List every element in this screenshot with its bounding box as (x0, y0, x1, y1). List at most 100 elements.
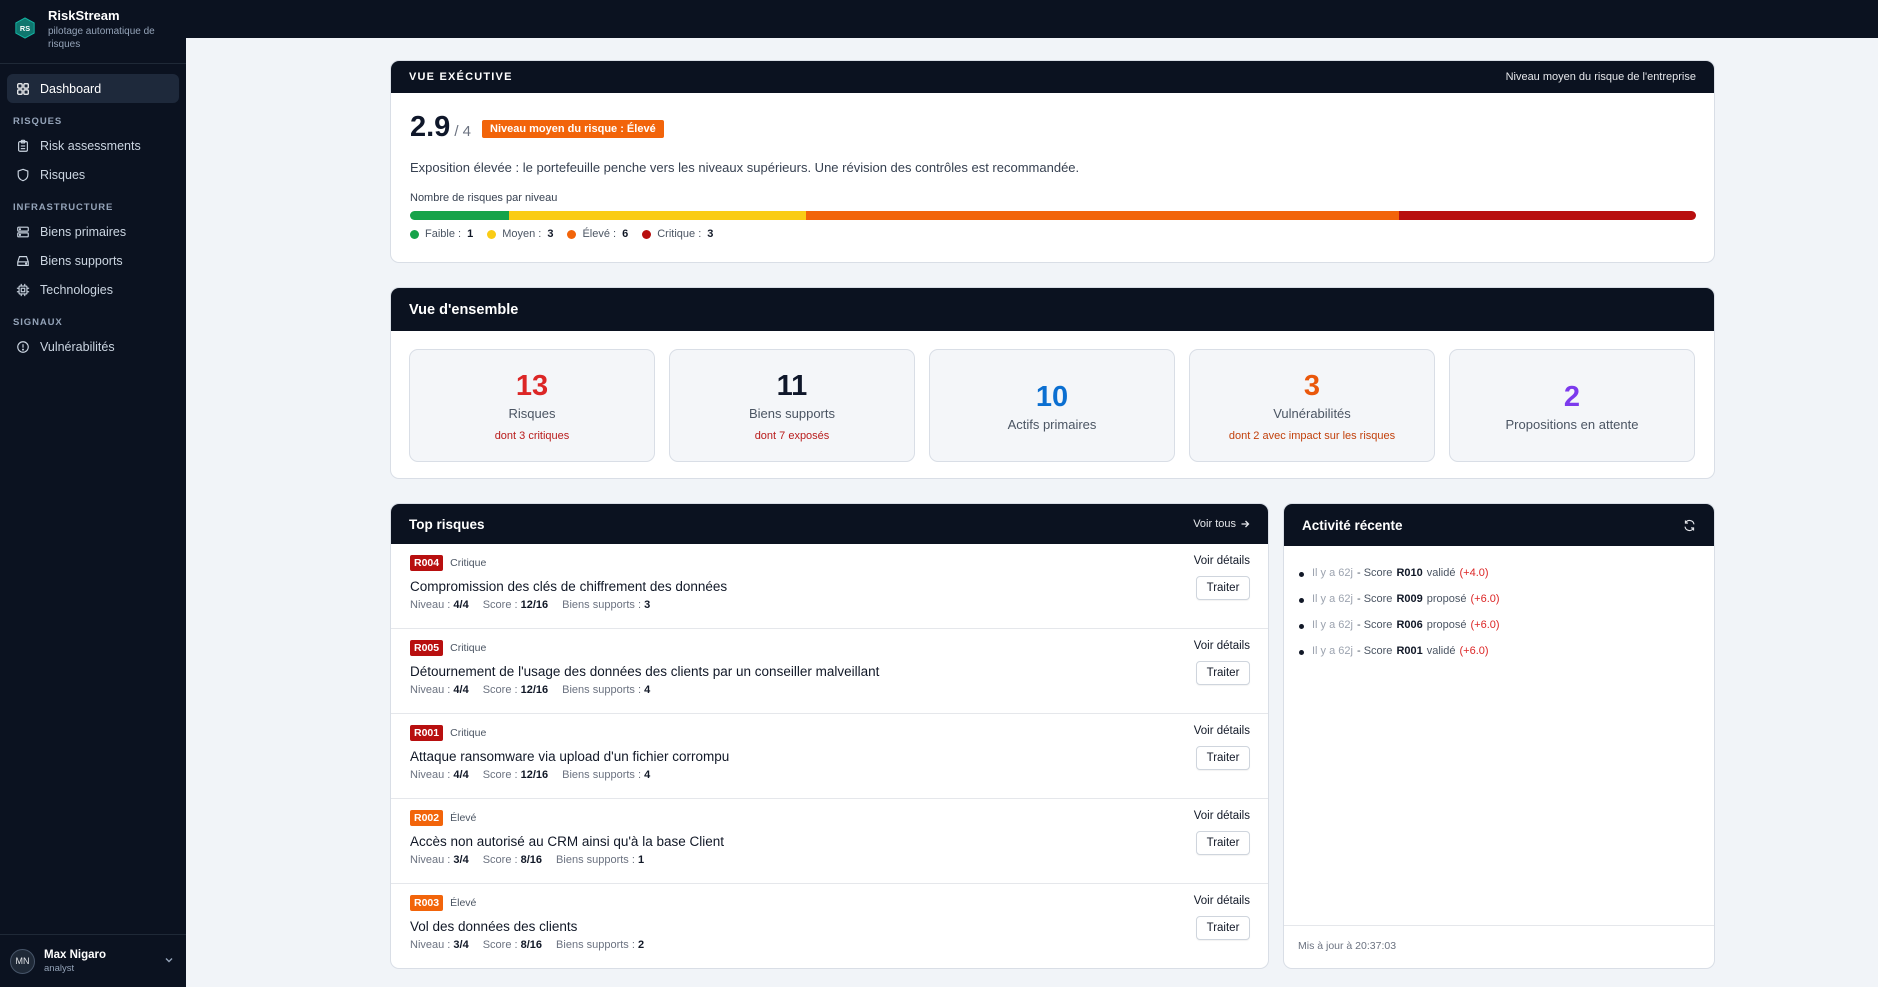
activity-time: Il y a 62j (1312, 619, 1353, 631)
distribution-segment (410, 211, 509, 220)
stat-subtext: dont 2 avec impact sur les risques (1228, 430, 1396, 442)
risk-title: Attaque ransomware via upload d'un fichi… (410, 749, 730, 764)
activity-action: proposé (1426, 593, 1467, 605)
top-risks-list: R004 Critique Compromission des clés de ch… (391, 544, 1268, 968)
activity-item: Il y a 62j - Score R010 validé (+4.0) (1299, 560, 1714, 586)
view-details-link[interactable]: Voir détails (1194, 725, 1250, 737)
risk-score-value: 12/16 (520, 599, 549, 611)
treat-button[interactable]: Traiter (1196, 661, 1250, 685)
legend-count: 1 (467, 228, 474, 240)
risk-distribution-bar (410, 211, 1696, 220)
sidebar-item-risques[interactable]: Risques (7, 160, 179, 189)
risk-score-value: 8/16 (520, 854, 543, 866)
risk-biens-value: 3 (644, 599, 651, 611)
view-details-link[interactable]: Voir détails (1194, 555, 1250, 567)
refresh-icon[interactable] (1683, 519, 1696, 532)
sidebar-item-label: Risk assessments (40, 138, 141, 153)
app-tagline: pilotage automatique de risques (48, 26, 155, 50)
legend-dot (410, 229, 419, 239)
chevron-down-icon[interactable] (164, 955, 174, 965)
stat-label: Actifs primaires (1007, 416, 1097, 432)
treat-button[interactable]: Traiter (1196, 916, 1250, 940)
executive-description: Exposition élevée : le portefeuille penc… (410, 160, 1080, 175)
treat-button[interactable]: Traiter (1196, 576, 1250, 600)
risk-distribution-legend: Faible : 1 Moyen : 3 Élevé : 6 Critique : 3 (410, 228, 1714, 240)
stat-card[interactable]: 11 Biens supports dont 7 exposés (669, 349, 915, 462)
stat-card[interactable]: 2 Propositions en attente (1449, 349, 1695, 462)
user-menu[interactable]: MN Max Nigaro analyst (0, 934, 186, 987)
risk-niveau: Niveau : 4/4 (410, 769, 469, 781)
legend-item: Élevé : 6 (567, 228, 628, 240)
risk-biens: Biens supports : 4 (562, 769, 651, 781)
sidebar-item-technologies[interactable]: Technologies (7, 275, 179, 304)
risk-row: R003 Élevé Vol des données des clients Nive… (391, 884, 1268, 968)
activity-delta: (+6.0) (1459, 645, 1489, 657)
distribution-segment (508, 211, 806, 220)
risk-niveau: Niveau : 4/4 (410, 684, 469, 696)
legend-label: Critique : (657, 228, 702, 240)
risk-title: Accès non autorisé au CRM ainsi qu'à la … (410, 834, 724, 849)
legend-item: Faible : 1 (410, 228, 473, 240)
legend-item: Moyen : 3 (487, 228, 553, 240)
risk-row: R002 Élevé Accès non autorisé au CRM ainsi… (391, 799, 1268, 884)
sidebar-item-label: Dashboard (40, 81, 102, 96)
brand[interactable]: RS RiskStream pilotage automatique de ri… (0, 0, 186, 64)
risk-biens-value: 4 (644, 684, 651, 696)
legend-label: Faible : (425, 228, 462, 240)
distribution-segment (1399, 211, 1696, 220)
sidebar-item-biens-supports[interactable]: Biens supports (7, 246, 179, 275)
activity-action: validé (1426, 645, 1456, 657)
risk-tags: R004 Critique (410, 555, 1268, 571)
risk-tags: R003 Élevé (410, 895, 1268, 911)
risk-tags: R005 Critique (410, 640, 1268, 656)
activity-time: Il y a 62j (1312, 593, 1353, 605)
user-name: Max Nigaro (44, 948, 106, 961)
treat-button[interactable]: Traiter (1196, 746, 1250, 770)
risk-score-value: 8/16 (520, 939, 543, 951)
stat-card[interactable]: 10 Actifs primaires (929, 349, 1175, 462)
activity-time: Il y a 62j (1312, 567, 1353, 579)
section-risques: RISQUES (13, 116, 63, 127)
svg-text:RS: RS (20, 24, 30, 33)
stat-card[interactable]: 3 Vulnérabilités dont 2 avec impact sur le… (1189, 349, 1435, 462)
user-role: analyst (44, 962, 75, 974)
legend-count: 3 (707, 228, 714, 240)
legend-count: 6 (622, 228, 629, 240)
risk-meta: Niveau : 3/4 Score : 8/16 Biens supports :… (410, 939, 1268, 951)
stat-subtext: dont 7 exposés (754, 430, 830, 442)
sidebar-item-label: Vulnérabilités (40, 339, 115, 354)
view-details-link[interactable]: Voir détails (1194, 640, 1250, 652)
legend-count: 3 (547, 228, 554, 240)
top-bar (186, 0, 1878, 38)
risk-niveau: Niveau : 3/4 (410, 939, 469, 951)
risk-level: Élevé (450, 897, 477, 909)
activity-updated: Mis à jour à 20:37:03 (1298, 940, 1397, 952)
sidebar-item-biens-primaires[interactable]: Biens primaires (7, 217, 179, 246)
risk-meta: Niveau : 3/4 Score : 8/16 Biens supports :… (410, 854, 1268, 866)
risk-tags: R001 Critique (410, 725, 1268, 741)
activity-time: Il y a 62j (1312, 645, 1353, 657)
hard-drive-icon (17, 255, 29, 266)
treat-button[interactable]: Traiter (1196, 831, 1250, 855)
risk-biens: Biens supports : 1 (556, 854, 645, 866)
activity-item: Il y a 62j - Score R001 validé (+6.0) (1299, 638, 1714, 664)
activity-prefix: - Score (1356, 567, 1393, 579)
view-details-link[interactable]: Voir détails (1194, 810, 1250, 822)
risk-biens: Biens supports : 4 (562, 684, 651, 696)
risk-score: Score : 12/16 (482, 599, 549, 611)
sidebar-item-risk-assessments[interactable]: Risk assessments (7, 131, 179, 160)
stat-card[interactable]: 13 Risques dont 3 critiques (409, 349, 655, 462)
legend-label: Élevé : (582, 228, 617, 240)
risk-level: Critique (450, 557, 487, 569)
view-details-link[interactable]: Voir détails (1194, 895, 1250, 907)
overview-title: Vue d'ensemble (391, 288, 1714, 331)
risk-id-badge: R005 (410, 640, 444, 656)
view-all-link[interactable]: Voir tous (1193, 518, 1250, 530)
sidebar-item-vulnerabilites[interactable]: Vulnérabilités (7, 332, 179, 361)
cpu-icon (16, 283, 30, 296)
activity-risk-code: R001 (1396, 645, 1423, 657)
legend-item: Critique : 3 (642, 228, 713, 240)
risk-title: Vol des données des clients (410, 919, 578, 934)
sidebar-item-dashboard[interactable]: Dashboard (7, 74, 179, 103)
stat-value: 2 (1563, 380, 1581, 413)
